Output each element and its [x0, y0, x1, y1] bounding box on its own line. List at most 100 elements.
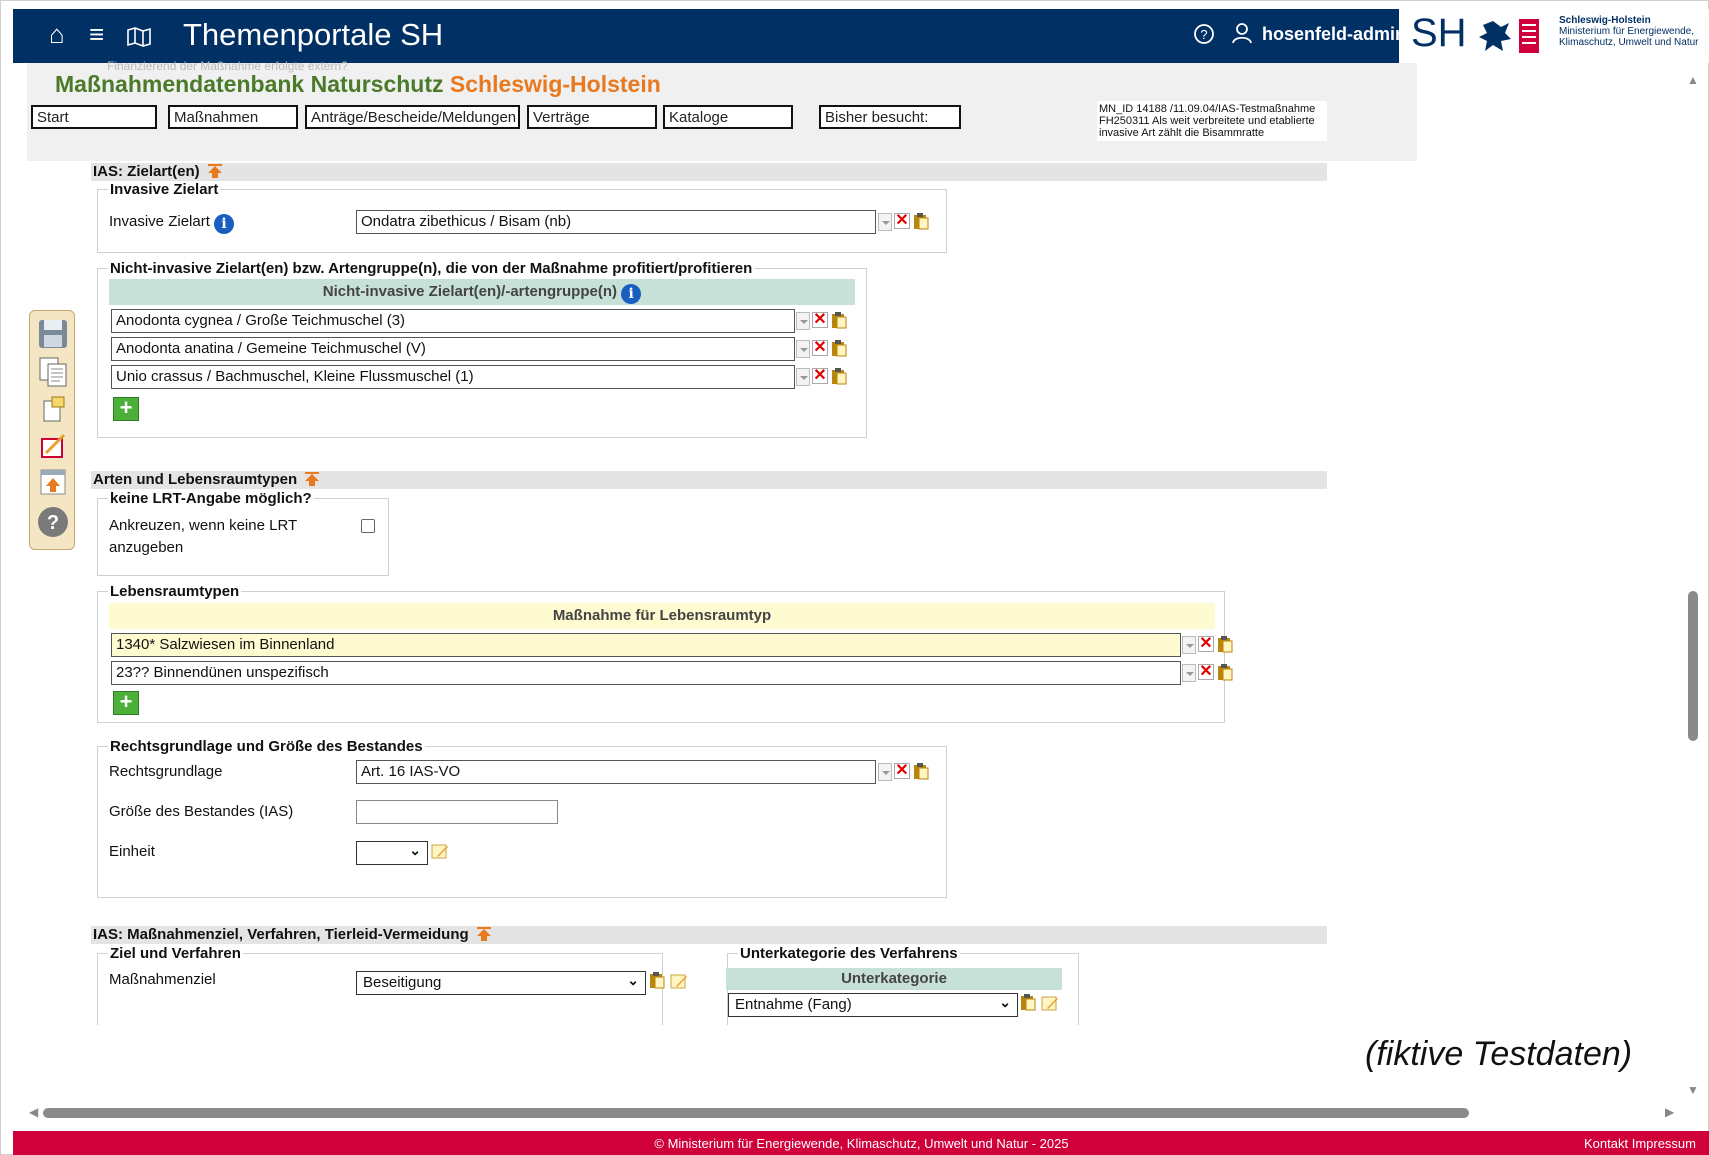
footer-links: Kontakt Impressum	[1584, 1136, 1696, 1151]
section-up-icon[interactable]	[476, 927, 492, 941]
add-button[interactable]: +	[113, 691, 139, 715]
massnahmenziel-select[interactable]: Beseitigung ⌄	[356, 971, 646, 995]
clipboard-icon[interactable]	[831, 339, 847, 357]
impressum-link[interactable]: Impressum	[1632, 1136, 1696, 1151]
question-icon[interactable]: ?	[36, 505, 70, 539]
delete-icon[interactable]: ✕	[894, 213, 910, 229]
svg-text:?: ?	[47, 512, 59, 534]
note-icon[interactable]	[1041, 994, 1059, 1012]
scroll-thumb[interactable]	[1688, 591, 1698, 741]
section-arten: Arten und Lebensraumtypen	[91, 471, 1327, 489]
invasive-field[interactable]: Ondatra zibethicus / Bisam (nb)	[356, 210, 876, 234]
ministry-name: Schleswig-Holstein Ministerium für Energ…	[1559, 15, 1699, 48]
test-data-note: (fiktive Testdaten)	[1365, 1035, 1633, 1073]
dropdown-icon[interactable]	[796, 340, 810, 358]
measure-info: MN_ID 14188 /11.09.04/IAS-Testmaßnahme F…	[1097, 101, 1327, 141]
help-icon[interactable]: ?	[1193, 23, 1215, 51]
svg-text:?: ?	[1200, 27, 1207, 42]
dropdown-icon[interactable]	[1182, 636, 1196, 654]
noninvasive-row[interactable]: Anodonta anatina / Gemeine Teichmuschel …	[111, 337, 795, 361]
vertical-scrollbar[interactable]: ▲ ▼	[1683, 63, 1703, 1103]
home-icon[interactable]: ⌂	[49, 19, 65, 50]
scroll-right-icon[interactable]: ▶	[1665, 1105, 1674, 1119]
top-bar: ⌂ ≡ Themenportale SH ? hosenfeld-admin S…	[13, 9, 1709, 63]
nav-bisher-besucht[interactable]: Bisher besucht:	[819, 105, 961, 129]
unterkategorie-header: Unterkategorie	[726, 968, 1062, 990]
add-button[interactable]: +	[113, 397, 139, 421]
scroll-thumb[interactable]	[43, 1108, 1469, 1118]
section-up-icon[interactable]	[304, 472, 320, 486]
dropdown-icon[interactable]	[796, 312, 810, 330]
ziel-legend: Ziel und Verfahren	[110, 945, 241, 962]
groesse-label: Größe des Bestandes (IAS)	[109, 803, 294, 820]
scroll-left-icon[interactable]: ◀	[29, 1105, 38, 1119]
ministry-logo: SH Schleswig-Holstein Ministerium für En…	[1399, 9, 1709, 63]
section-up-icon[interactable]	[207, 164, 223, 178]
copy-icon[interactable]	[36, 355, 70, 389]
rechtsgrundlage-legend: Rechtsgrundlage und Größe des Bestandes	[110, 738, 423, 755]
noninvasive-row[interactable]: Anodonta cygnea / Große Teichmuschel (3)	[111, 309, 795, 333]
delete-icon[interactable]: ✕	[812, 312, 828, 328]
lrt-label: Ankreuzen, wenn keine LRT anzugeben	[109, 517, 298, 556]
info-icon[interactable]: i	[214, 214, 235, 234]
logo-sh: SH	[1411, 11, 1467, 55]
delete-icon[interactable]: ✕	[894, 763, 910, 779]
delete-icon[interactable]: ✕	[812, 340, 828, 356]
lebensraum-row[interactable]: 1340* Salzwiesen im Binnenland	[111, 633, 1181, 657]
lebensraum-header: Maßnahme für Lebensraumtyp	[109, 603, 1215, 629]
invasive-label: Invasive Zielart i	[109, 213, 235, 234]
save-icon[interactable]	[36, 317, 70, 351]
dropdown-icon[interactable]	[796, 368, 810, 386]
nav-kataloge[interactable]: Kataloge	[663, 105, 793, 129]
rechtsgrundlage-field[interactable]: Art. 16 IAS-VO	[356, 760, 876, 784]
no-lrt-checkbox[interactable]	[361, 519, 375, 533]
einheit-label: Einheit	[109, 843, 155, 860]
nav-start[interactable]: Start	[31, 105, 157, 129]
map-icon[interactable]	[127, 23, 151, 54]
clipboard-icon[interactable]	[1020, 993, 1036, 1011]
dropdown-icon[interactable]	[878, 763, 892, 781]
einheit-select[interactable]: ⌄	[356, 841, 428, 865]
clipboard-icon[interactable]	[831, 367, 847, 385]
unterkategorie-legend: Unterkategorie des Verfahrens	[740, 945, 958, 962]
left-toolbar: ?	[29, 310, 75, 550]
rechtsgrundlage-label: Rechtsgrundlage	[109, 763, 223, 780]
noninvasive-row[interactable]: Unio crassus / Bachmuschel, Kleine Fluss…	[111, 365, 795, 389]
nav-antraege[interactable]: Anträge/Bescheide/Meldungen	[305, 105, 520, 129]
copyright: © Ministerium für Energiewende, Klimasch…	[654, 1136, 1069, 1151]
clipboard-icon[interactable]	[649, 971, 665, 989]
new-doc-icon[interactable]	[36, 393, 70, 427]
user-name[interactable]: hosenfeld-admin	[1262, 24, 1406, 45]
nav-massnahmen[interactable]: Maßnahmen	[168, 105, 298, 129]
dropdown-icon[interactable]	[878, 213, 892, 231]
clipboard-icon[interactable]	[913, 212, 929, 230]
note-icon[interactable]	[431, 842, 449, 860]
scroll-down-icon[interactable]: ▼	[1687, 1083, 1699, 1097]
section-ias-zielart: IAS: Zielart(en)	[91, 163, 1327, 181]
horizontal-scrollbar[interactable]: ◀ ▶	[27, 1103, 1683, 1123]
groesse-input[interactable]	[356, 800, 558, 824]
note-icon[interactable]	[670, 972, 688, 990]
user-icon[interactable]	[1231, 22, 1253, 50]
section-ias-ziel: IAS: Maßnahmenziel, Verfahren, Tierleid-…	[91, 926, 1327, 944]
upload-icon[interactable]	[36, 465, 70, 499]
menu-icon[interactable]: ≡	[89, 19, 104, 50]
unterkategorie-select[interactable]: Entnahme (Fang) ⌄	[728, 993, 1018, 1017]
kontakt-link[interactable]: Kontakt	[1584, 1136, 1628, 1151]
delete-icon[interactable]: ✕	[1198, 636, 1214, 652]
dropdown-icon[interactable]	[1182, 664, 1196, 682]
info-icon[interactable]: i	[621, 284, 642, 304]
clipboard-icon[interactable]	[1217, 635, 1233, 653]
main-content: Finanzierend der Maßnahme erfolgte exter…	[27, 59, 1417, 1103]
delete-icon[interactable]: ✕	[1198, 664, 1214, 680]
delete-icon[interactable]: ✕	[812, 368, 828, 384]
crest-icon	[1479, 19, 1539, 53]
scroll-up-icon[interactable]: ▲	[1687, 73, 1699, 87]
nav-vertraege[interactable]: Verträge	[527, 105, 657, 129]
lrt-legend: keine LRT-Angabe möglich?	[110, 490, 312, 507]
clipboard-icon[interactable]	[1217, 663, 1233, 681]
clipboard-icon[interactable]	[831, 311, 847, 329]
edit-icon[interactable]	[36, 429, 70, 463]
lebensraum-row[interactable]: 23?? Binnendünen unspezifisch	[111, 661, 1181, 685]
clipboard-icon[interactable]	[913, 762, 929, 780]
